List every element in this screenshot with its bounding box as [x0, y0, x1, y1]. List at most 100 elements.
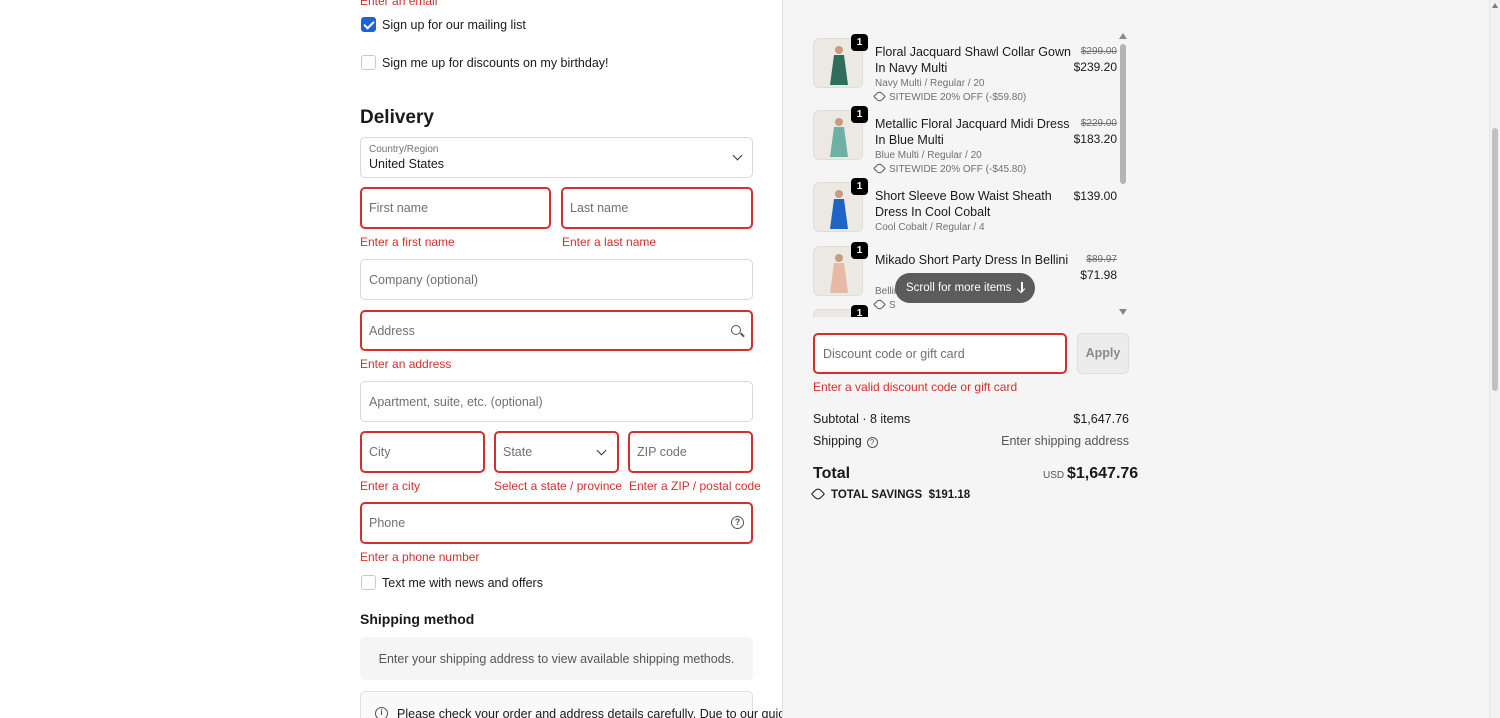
shipping-method-info: Enter your shipping address to view avai…: [360, 637, 753, 680]
product-discount-text: SITEWIDE 20% OFF (-$45.80): [889, 164, 1027, 175]
scroll-up-arrow[interactable]: [1119, 33, 1127, 39]
chevron-down-icon: [596, 445, 607, 456]
company-field[interactable]: Company (optional): [360, 259, 753, 300]
shipping-row: Shipping? Enter shipping address: [813, 434, 1129, 448]
page-scroll-thumb[interactable]: [1492, 128, 1498, 391]
tag-icon: [810, 486, 826, 502]
subtotal-value: $1,647.76: [1073, 412, 1129, 426]
phone-error: Enter a phone number: [360, 550, 480, 564]
address-placeholder: Address: [369, 323, 415, 338]
product-variant: Cool Cobalt / Regular / 4: [875, 222, 985, 233]
original-price: $89.97: [1086, 254, 1117, 265]
quantity-badge: 1: [851, 34, 868, 51]
product-discount: SITEWIDE 20% OFF (-$45.80): [873, 162, 1027, 175]
last-name-error: Enter a last name: [562, 235, 657, 249]
chevron-down-icon: [732, 150, 743, 161]
item-price: $183.20: [1073, 132, 1117, 146]
total-value: $1,647.76: [1067, 465, 1139, 482]
state-placeholder: State: [503, 445, 533, 459]
shipping-method-info-text: Enter your shipping address to view avai…: [378, 652, 735, 666]
country-select[interactable]: Country/Region United States: [360, 137, 753, 178]
product-variant: Navy Multi / Regular / 20: [875, 78, 985, 89]
apartment-field[interactable]: Apartment, suite, etc. (optional): [360, 381, 753, 422]
items-scrollbar[interactable]: [1119, 30, 1127, 317]
discount-placeholder: Discount code or gift card: [823, 347, 965, 361]
product-name: Metallic Floral Jacquard Midi Dress In B…: [875, 117, 1070, 147]
first-name-field[interactable]: First name: [360, 187, 551, 229]
item-price: $239.20: [1073, 60, 1117, 74]
city-field[interactable]: City: [360, 431, 485, 473]
scroll-for-more-label: Scroll for more items: [906, 282, 1012, 294]
discount-error: Enter a valid discount code or gift card: [813, 380, 1018, 394]
search-icon[interactable]: [731, 325, 741, 335]
savings-value: $191.18: [928, 489, 971, 501]
product-name: Floral Jacquard Shawl Collar Gown In Nav…: [875, 45, 1071, 75]
shipping-label: Shipping: [813, 434, 862, 448]
quantity-badge: 1: [851, 178, 868, 195]
subtotal-label: Subtotal · 8 items: [813, 412, 911, 426]
checkout-form: Enter an email Sign up for our mailing l…: [0, 0, 783, 718]
birthday-label: Sign me up for discounts on my birthday!: [382, 56, 609, 70]
currency-code: USD: [1043, 470, 1065, 481]
tag-icon: [873, 90, 886, 103]
order-notice: i Please check your order and address de…: [360, 691, 782, 718]
phone-placeholder: Phone: [369, 516, 406, 530]
original-price: $299.00: [1080, 46, 1117, 57]
discount-code-input[interactable]: Discount code or gift card: [813, 333, 1067, 374]
apartment-placeholder: Apartment, suite, etc. (optional): [369, 394, 543, 409]
savings-label: TOTAL SAVINGS: [831, 489, 923, 501]
company-placeholder: Company (optional): [369, 272, 479, 287]
quantity-badge: 1: [851, 242, 868, 259]
info-icon: i: [375, 707, 388, 718]
email-error: Enter an email: [360, 0, 438, 8]
product-discount-text: SITEWIDE 20% OFF (-$59.80): [889, 92, 1027, 103]
scroll-down-arrow[interactable]: [1119, 309, 1127, 315]
first-name-error: Enter a first name: [360, 235, 455, 249]
tag-icon: [873, 162, 886, 175]
mailing-list-label: Sign up for our mailing list: [382, 18, 526, 32]
scroll-for-more-button[interactable]: Scroll for more items: [895, 273, 1035, 303]
last-name-field[interactable]: Last name: [561, 187, 753, 229]
original-price: $229.00: [1080, 118, 1117, 129]
arrow-down-icon: [1021, 282, 1023, 292]
country-label: Country/Region: [369, 144, 439, 155]
total-label: Total: [813, 465, 851, 482]
product-name: Mikado Short Party Dress In Bellini: [875, 253, 1069, 267]
order-notice-text: Please check your order and address deta…: [397, 707, 783, 718]
product-name: Sleeveless Blouson Mermaid Gown: [875, 315, 1071, 317]
country-value: United States: [369, 157, 445, 171]
city-error: Enter a city: [360, 479, 421, 493]
product-name: Short Sleeve Bow Waist Sheath Dress In C…: [875, 189, 1052, 219]
item-price: $139.00: [1073, 189, 1117, 203]
item-price: $71.98: [1080, 268, 1117, 282]
address-field[interactable]: Address: [360, 310, 753, 351]
state-error: Select a state / province: [494, 479, 623, 493]
zip-error: Enter a ZIP / postal code: [629, 479, 761, 493]
zip-field[interactable]: ZIP code: [628, 431, 753, 473]
items-scroll-thumb[interactable]: [1120, 44, 1126, 184]
text-me-label: Text me with news and offers: [382, 576, 543, 590]
subtotal-row: Subtotal · 8 items $1,647.76: [813, 412, 1129, 426]
apply-button[interactable]: Apply: [1077, 333, 1129, 374]
total-savings: TOTAL SAVINGS $191.18: [810, 486, 971, 502]
scroll-up-arrow[interactable]: [1492, 3, 1498, 8]
text-me-checkbox[interactable]: [361, 575, 376, 590]
shipping-method-heading: Shipping method: [360, 611, 475, 627]
first-name-placeholder: First name: [369, 201, 429, 215]
product-discount: S: [873, 298, 896, 311]
mailing-list-checkbox[interactable]: [361, 17, 376, 32]
zip-placeholder: ZIP code: [637, 445, 687, 459]
page-scrollbar[interactable]: [1489, 0, 1500, 718]
quantity-badge: 1: [851, 305, 868, 317]
city-placeholder: City: [369, 445, 391, 459]
product-variant: Blue Multi / Regular / 20: [875, 150, 982, 161]
address-error: Enter an address: [360, 357, 452, 371]
product-discount: SITEWIDE 20% OFF (-$59.80): [873, 90, 1027, 103]
birthday-checkbox[interactable]: [361, 55, 376, 70]
last-name-placeholder: Last name: [570, 201, 629, 215]
help-icon[interactable]: ?: [731, 516, 744, 529]
help-icon[interactable]: ?: [866, 437, 878, 448]
shipping-value: Enter shipping address: [1001, 434, 1129, 448]
state-select[interactable]: State: [494, 431, 619, 473]
phone-field[interactable]: Phone ?: [360, 502, 753, 544]
